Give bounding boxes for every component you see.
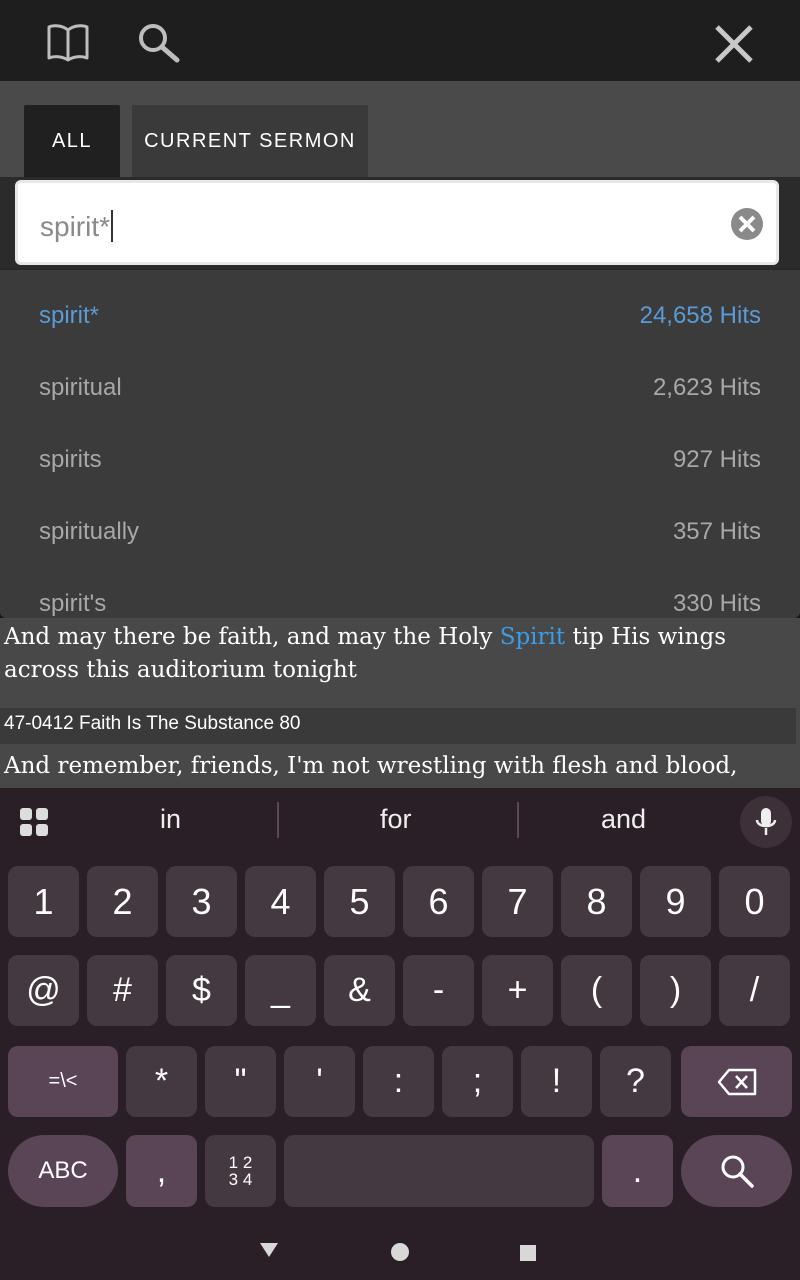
key-single-quote[interactable]: ' bbox=[284, 1046, 355, 1117]
search-input-value: spirit* bbox=[40, 211, 111, 242]
system-nav-bar bbox=[0, 1225, 800, 1280]
search-input[interactable]: spirit* bbox=[15, 180, 779, 265]
key-4[interactable]: 4 bbox=[245, 866, 316, 937]
key-period[interactable]: . bbox=[602, 1135, 673, 1207]
on-screen-keyboard: in for and 1 2 3 4 5 6 7 8 9 0 @ # $ _ &… bbox=[0, 788, 800, 1280]
suggestion-item[interactable]: spirit* 24,658 Hits bbox=[0, 282, 800, 354]
suggestion-word: spirit* bbox=[39, 302, 100, 329]
key-6[interactable]: 6 bbox=[403, 866, 474, 937]
text-caret bbox=[111, 210, 114, 242]
result-text: And may there be faith, and may the Holy bbox=[4, 624, 500, 650]
key-slash[interactable]: / bbox=[719, 955, 790, 1026]
suggestion-word: spiritually bbox=[39, 518, 140, 545]
suggestion-hits: 24,658 Hits bbox=[639, 302, 761, 329]
result-paragraph[interactable]: And remember, friends, I'm not wrestling… bbox=[4, 750, 800, 783]
keyboard-suggestion[interactable]: for bbox=[380, 804, 412, 835]
back-icon[interactable] bbox=[258, 1241, 282, 1261]
recents-icon[interactable] bbox=[519, 1244, 537, 1262]
suggestion-item[interactable]: spirits 927 Hits bbox=[0, 426, 800, 498]
key-double-quote[interactable]: " bbox=[205, 1046, 276, 1117]
suggestion-hits: 330 Hits bbox=[672, 590, 761, 617]
suggestion-divider bbox=[517, 802, 519, 838]
close-icon[interactable] bbox=[708, 18, 760, 70]
key-ampersand[interactable]: & bbox=[324, 955, 395, 1026]
numpad-key[interactable]: 1 23 4 bbox=[205, 1135, 276, 1207]
keyboard-suggestion[interactable]: in bbox=[160, 804, 181, 835]
key-plus[interactable]: + bbox=[482, 955, 553, 1026]
more-symbols-key[interactable]: =\< bbox=[8, 1046, 118, 1117]
key-5[interactable]: 5 bbox=[324, 866, 395, 937]
tab-current-sermon[interactable]: CURRENT SERMON bbox=[132, 105, 368, 177]
key-3[interactable]: 3 bbox=[166, 866, 237, 937]
key-hash[interactable]: # bbox=[87, 955, 158, 1026]
key-1[interactable]: 1 bbox=[8, 866, 79, 937]
key-0[interactable]: 0 bbox=[719, 866, 790, 937]
result-reference-row[interactable]: 47-0412 Faith Is The Substance 80 bbox=[0, 708, 796, 744]
suggestion-word: spiritual bbox=[39, 374, 122, 401]
suggestion-item[interactable]: spirit's 330 Hits bbox=[0, 570, 800, 618]
suggestion-hits: 927 Hits bbox=[672, 446, 761, 473]
key-dollar[interactable]: $ bbox=[166, 955, 237, 1026]
key-asterisk[interactable]: * bbox=[126, 1046, 197, 1117]
key-2[interactable]: 2 bbox=[87, 866, 158, 937]
numpad-key-label: 1 2 bbox=[228, 1153, 253, 1172]
key-9[interactable]: 9 bbox=[640, 866, 711, 937]
key-comma[interactable]: , bbox=[126, 1135, 197, 1207]
suggestion-item[interactable]: spiritually 357 Hits bbox=[0, 498, 800, 570]
key-7[interactable]: 7 bbox=[482, 866, 553, 937]
search-suggestions: spirit* 24,658 Hits spiritual 2,623 Hits s… bbox=[0, 270, 800, 618]
key-underscore[interactable]: _ bbox=[245, 955, 316, 1026]
backspace-icon[interactable] bbox=[681, 1046, 792, 1117]
home-icon[interactable] bbox=[389, 1241, 411, 1263]
search-icon[interactable] bbox=[132, 18, 184, 68]
suggestion-hits: 357 Hits bbox=[672, 518, 761, 545]
clear-search-icon[interactable] bbox=[730, 207, 764, 241]
key-question[interactable]: ? bbox=[600, 1046, 671, 1117]
suggestion-word: spirit's bbox=[39, 590, 107, 617]
abc-key[interactable]: ABC bbox=[8, 1135, 118, 1207]
result-paragraph[interactable]: And may there be faith, and may the Holy… bbox=[4, 621, 794, 687]
keyboard-suggestion[interactable]: and bbox=[601, 804, 646, 835]
suggestion-word: spirits bbox=[39, 446, 102, 473]
result-highlight: Spirit bbox=[499, 624, 566, 650]
key-at[interactable]: @ bbox=[8, 955, 79, 1026]
microphone-icon[interactable] bbox=[740, 796, 792, 848]
book-icon[interactable] bbox=[40, 18, 96, 66]
key-exclamation[interactable]: ! bbox=[521, 1046, 592, 1117]
key-open-paren[interactable]: ( bbox=[561, 955, 632, 1026]
numpad-key-label: 3 4 bbox=[228, 1170, 253, 1189]
apps-grid-icon[interactable] bbox=[18, 806, 52, 840]
result-reference: 47-0412 Faith Is The Substance 80 bbox=[4, 713, 301, 734]
suggestion-divider bbox=[277, 802, 279, 838]
search-action-icon[interactable] bbox=[681, 1135, 792, 1207]
space-bar[interactable] bbox=[284, 1135, 594, 1207]
key-colon[interactable]: : bbox=[363, 1046, 434, 1117]
key-close-paren[interactable]: ) bbox=[640, 955, 711, 1026]
search-results: And may there be faith, and may the Holy… bbox=[0, 618, 800, 788]
tab-all[interactable]: ALL bbox=[24, 105, 120, 177]
key-semicolon[interactable]: ; bbox=[442, 1046, 513, 1117]
key-minus[interactable]: - bbox=[403, 955, 474, 1026]
key-8[interactable]: 8 bbox=[561, 866, 632, 937]
top-toolbar bbox=[0, 0, 800, 81]
suggestion-item[interactable]: spiritual 2,623 Hits bbox=[0, 354, 800, 426]
suggestion-hits: 2,623 Hits bbox=[652, 374, 761, 401]
search-scope-tabs: ALL CURRENT SERMON bbox=[0, 81, 800, 177]
